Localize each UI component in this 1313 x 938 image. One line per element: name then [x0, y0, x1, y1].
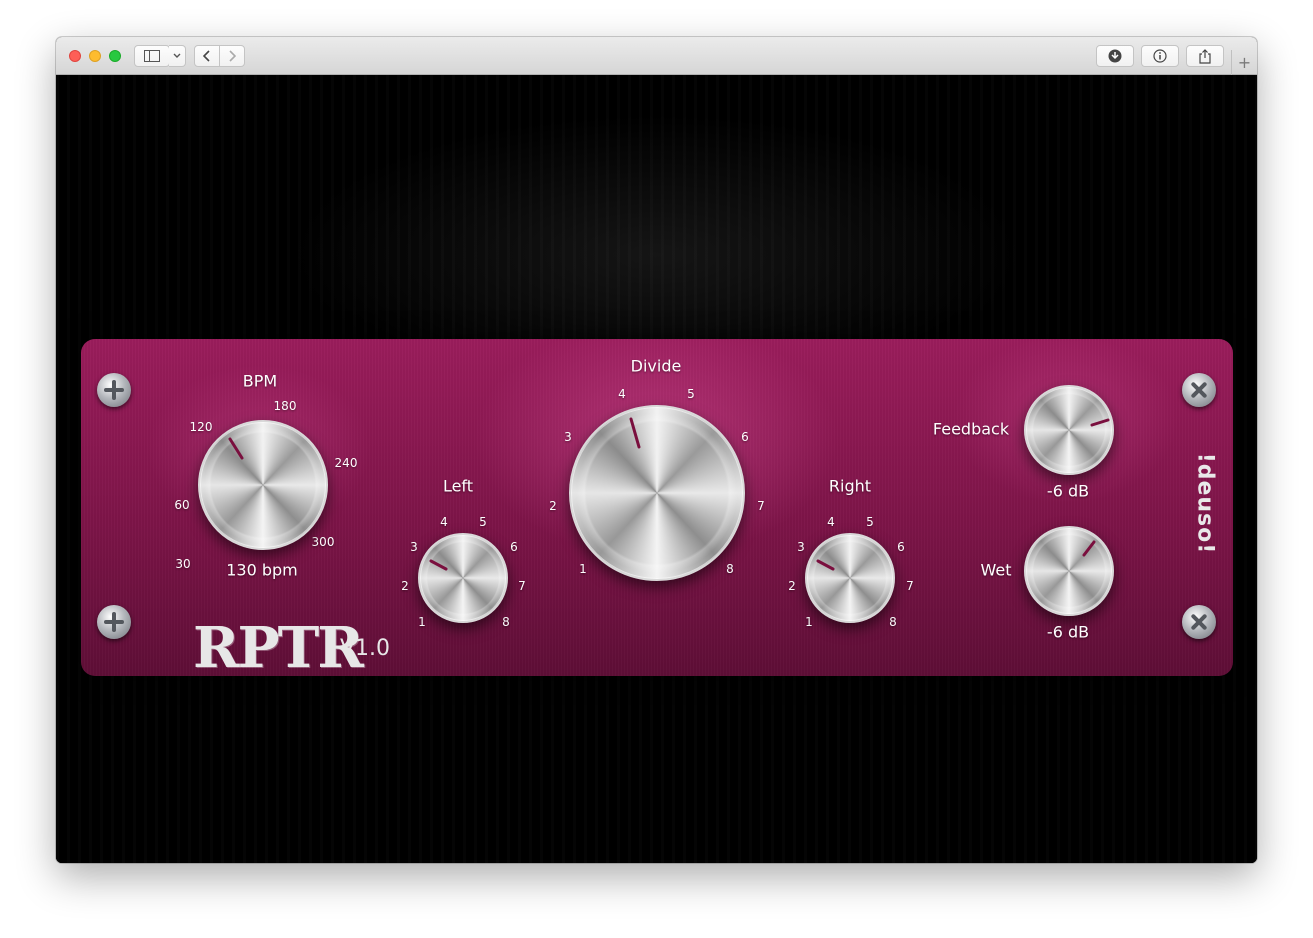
divide-tick: 4 [618, 387, 626, 401]
right-knob[interactable] [805, 533, 895, 623]
new-tab-button[interactable]: + [1231, 50, 1257, 75]
right-tick: 5 [866, 515, 874, 529]
chevron-left-icon [203, 50, 210, 62]
right-tick: 4 [827, 515, 835, 529]
divide-tick: 2 [549, 499, 557, 513]
info-button[interactable] [1141, 45, 1179, 67]
bpm-tick: 30 [175, 557, 191, 571]
page-content: BPM 30 60 120 180 240 300 130 bpm Left 1… [56, 75, 1257, 863]
screw-icon [1182, 373, 1216, 407]
left-label: Left [442, 476, 474, 496]
close-button[interactable] [69, 50, 81, 62]
bpm-knob[interactable] [198, 420, 328, 550]
left-tick: 7 [518, 579, 526, 593]
divide-tick: 5 [687, 387, 695, 401]
back-button[interactable] [194, 45, 220, 67]
sidebar-menu-button[interactable] [169, 45, 186, 67]
sidebar-toggle-button[interactable] [134, 45, 170, 67]
left-tick: 3 [410, 540, 418, 554]
browser-window: + BPM 30 60 120 180 240 300 130 bpm Left… [56, 37, 1257, 863]
left-pointer [429, 559, 448, 571]
divide-knob[interactable] [569, 405, 745, 581]
rptr-logo: RPTR [193, 615, 364, 676]
left-tick: 5 [479, 515, 487, 529]
bpm-tick: 240 [334, 456, 358, 470]
left-tick: 2 [401, 579, 409, 593]
left-knob[interactable] [418, 533, 508, 623]
wet-pointer [1082, 540, 1096, 557]
share-icon [1199, 48, 1211, 64]
left-tick: 4 [440, 515, 448, 529]
bpm-tick: 180 [273, 399, 297, 413]
right-label: Right [828, 476, 872, 496]
screw-icon [97, 373, 131, 407]
divide-tick: 7 [757, 499, 765, 513]
divide-pointer [629, 417, 641, 449]
bpm-value: 130 bpm [226, 560, 298, 580]
info-icon [1153, 49, 1167, 63]
zoom-button[interactable] [109, 50, 121, 62]
right-tick: 6 [897, 540, 905, 554]
right-tick: 3 [797, 540, 805, 554]
feedback-pointer [1090, 418, 1110, 427]
feedback-label: Feedback [932, 419, 1010, 439]
forward-button[interactable] [219, 45, 245, 67]
chevron-right-icon [229, 50, 236, 62]
plugin-panel: BPM 30 60 120 180 240 300 130 bpm Left 1… [81, 339, 1233, 676]
sidebar-icon [144, 50, 160, 62]
bpm-label: BPM [242, 371, 278, 391]
bpm-pointer [228, 437, 244, 460]
wet-knob[interactable] [1024, 526, 1114, 616]
minimize-button[interactable] [89, 50, 101, 62]
divide-label: Divide [630, 356, 682, 376]
brand-logo: !deuso! [1192, 452, 1218, 555]
screw-icon [1182, 605, 1216, 639]
browser-toolbar: + [56, 37, 1257, 75]
share-button[interactable] [1186, 45, 1224, 67]
right-tick: 2 [788, 579, 796, 593]
feedback-value: -6 dB [1046, 481, 1090, 501]
feedback-knob[interactable] [1024, 385, 1114, 475]
left-tick: 6 [510, 540, 518, 554]
download-icon [1108, 49, 1122, 63]
bpm-tick: 60 [174, 498, 190, 512]
screw-icon [97, 605, 131, 639]
downloads-button[interactable] [1096, 45, 1134, 67]
right-tick: 7 [906, 579, 914, 593]
right-pointer [816, 559, 835, 571]
chevron-down-icon [173, 53, 181, 58]
wet-label: Wet [980, 560, 1012, 580]
wet-value: -6 dB [1046, 622, 1090, 642]
version-label: V1.0 [340, 636, 391, 661]
